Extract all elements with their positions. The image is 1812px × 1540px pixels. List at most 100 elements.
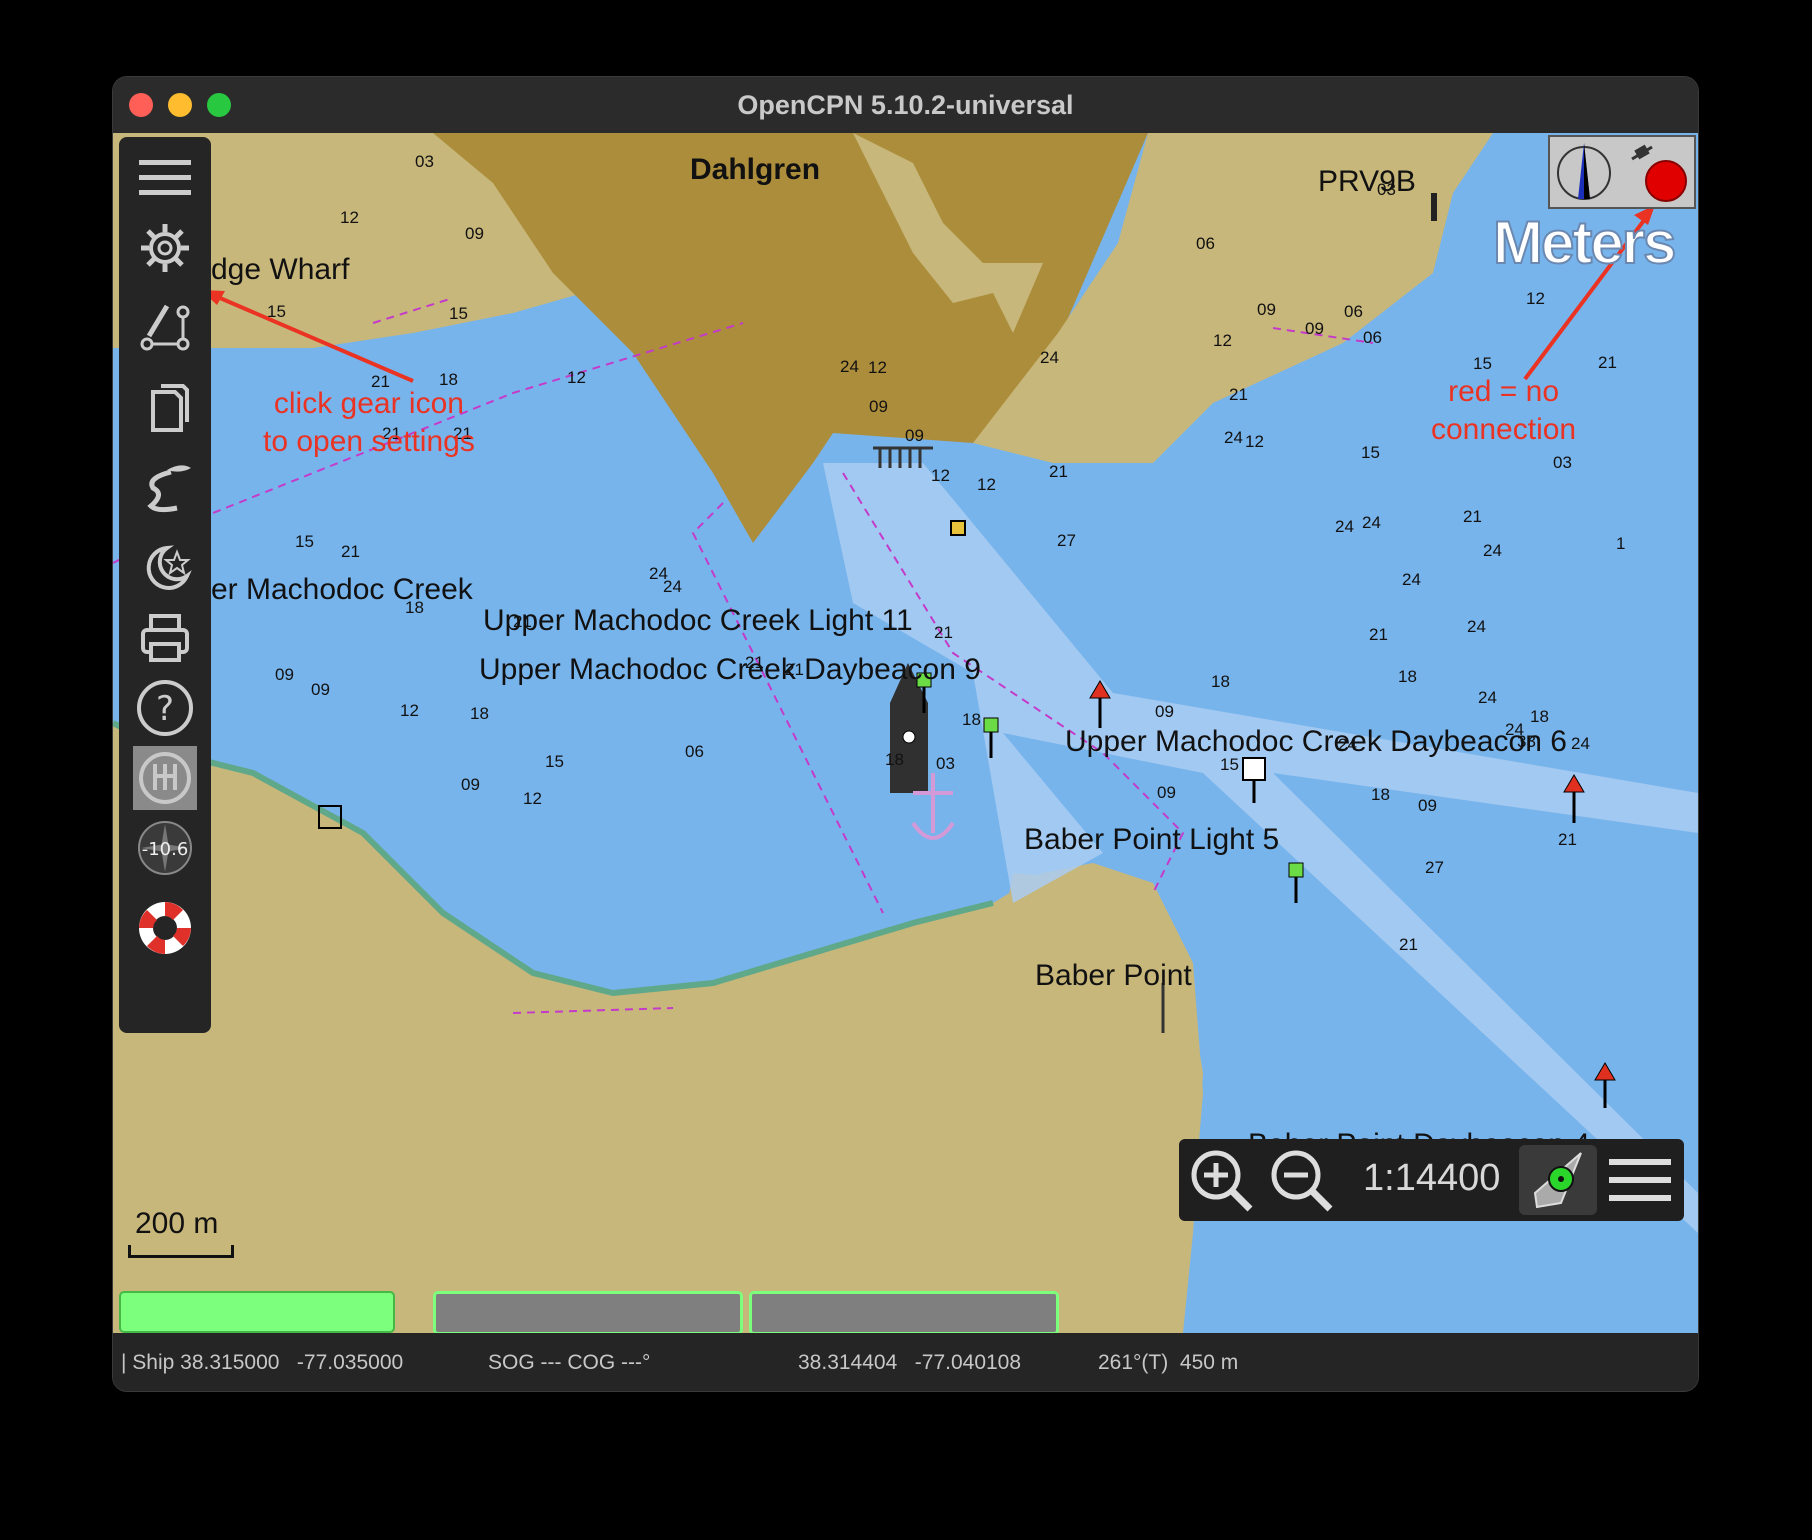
documents-icon <box>151 384 189 432</box>
green-light-5-icon <box>1288 862 1304 903</box>
gps-compass-indicator[interactable] <box>1548 135 1696 209</box>
chart-bar-item-2[interactable] <box>433 1291 743 1335</box>
depth-sounding: 24 <box>1478 688 1497 707</box>
depth-sounding: 24 <box>1467 617 1486 636</box>
ship-follow-icon <box>1533 1152 1582 1209</box>
scale-bar-label: 200 m <box>135 1207 219 1240</box>
land-dahlgren-dark <box>433 133 1148 543</box>
depth-sounding: 21 <box>1049 462 1068 481</box>
depth-sounding: 24 <box>1335 517 1354 536</box>
depth-sounding: 09 <box>465 224 484 243</box>
main-toolbar: ? -10.6 <box>119 137 211 1033</box>
help-icon: ? <box>137 680 193 736</box>
depth-sounding: 18 <box>885 750 904 769</box>
connection-status-icon <box>1645 160 1687 202</box>
depth-sounding: 21 <box>1558 830 1577 849</box>
annotation-gear-line2: to open settings <box>263 425 475 458</box>
menu-icon <box>139 160 191 195</box>
status-bar: | Ship 38.315000 -77.035000 SOG --- COG … <box>113 1333 1698 1391</box>
annotation-red-line1: red = no <box>1448 375 1560 408</box>
depth-sounding: 18 <box>470 704 489 723</box>
depth-sounding: 06 <box>685 742 704 761</box>
label-baber-light-5: Baber Point Light 5 <box>1024 823 1280 856</box>
depth-sounding: 21 <box>1369 625 1388 644</box>
depth-sounding: 18 <box>1211 672 1230 691</box>
annotation-gear: click gear icon to open settings <box>263 385 475 461</box>
depth-sounding: 12 <box>340 208 359 227</box>
ais-icon <box>133 746 197 810</box>
depth-sounding: 09 <box>1155 702 1174 721</box>
depth-sounding: 12 <box>931 466 950 485</box>
depth-sounding: 15 <box>1361 443 1380 462</box>
depth-sounding: 24 <box>663 577 682 596</box>
depth-sounding: 03 <box>415 152 434 171</box>
depth-sounding: 24 <box>1402 570 1421 589</box>
status-bearing-distance: 261°(T) 450 m <box>1098 1351 1239 1374</box>
night-mode-button[interactable] <box>125 533 205 603</box>
depth-sounding: 09 <box>1418 796 1437 815</box>
depth-sounding: 18 <box>1371 785 1390 804</box>
label-daybeacon-6: Upper Machodoc Creek Daybeacon 6 <box>1065 725 1567 758</box>
depth-sounding: 12 <box>1526 289 1545 308</box>
depth-sounding: 12 <box>1245 432 1264 451</box>
label-dahlgren: Dahlgren <box>690 153 821 186</box>
night-mode-icon <box>146 545 192 590</box>
ais-button[interactable] <box>125 743 205 813</box>
depth-sounding: 12 <box>868 358 887 377</box>
help-button[interactable]: ? <box>125 673 205 743</box>
depth-sounding: 12 <box>400 701 419 720</box>
chart-menu-button[interactable] <box>1604 1145 1676 1215</box>
opencpn-window: OpenCPN 5.10.2-universal 03 12 09 15 15 … <box>113 77 1698 1391</box>
depth-sounding: 15 <box>449 304 468 323</box>
depth-sounding: 15 <box>267 302 286 321</box>
annotation-red: red = no connection <box>1431 373 1576 449</box>
status-sog-cog: SOG --- COG ---° <box>488 1351 651 1374</box>
zoom-out-button[interactable] <box>1265 1145 1337 1215</box>
settings-button[interactable] <box>125 213 205 283</box>
lifebuoy-icon <box>139 902 191 954</box>
depth-sounding: 09 <box>311 680 330 699</box>
svg-text:?: ? <box>156 689 174 729</box>
depth-sounding: 03 <box>936 754 955 773</box>
chart-bar-item-1[interactable] <box>119 1291 395 1333</box>
zoom-in-button[interactable] <box>1185 1145 1257 1215</box>
depth-sounding: 06 <box>1363 328 1382 347</box>
gear-icon <box>141 224 189 272</box>
label-daybeacon-9: Upper Machodoc Creek Daybeacon 9 <box>479 653 981 686</box>
depth-sounding: 24 <box>1362 513 1381 532</box>
print-button[interactable] <box>125 603 205 673</box>
compass-variation-value: -10.6 <box>142 839 189 860</box>
depth-sounding: 1 <box>1616 534 1626 553</box>
depth-sounding: 18 <box>962 710 981 729</box>
status-ship-position: | Ship 38.315000 -77.035000 <box>121 1351 404 1374</box>
depth-sounding: 09 <box>275 665 294 684</box>
window-title: OpenCPN 5.10.2-universal <box>737 90 1074 120</box>
depth-sounding: 03 <box>1553 453 1572 472</box>
depth-units-label: Meters <box>1492 208 1677 277</box>
mob-button[interactable] <box>125 893 205 963</box>
route-button[interactable] <box>125 293 205 363</box>
track-icon <box>147 465 191 513</box>
compass-rose-icon: -10.6 <box>138 821 192 875</box>
label-baber-point: Baber Point <box>1035 959 1192 992</box>
depth-sounding: 21 <box>934 623 953 642</box>
menu-button[interactable] <box>125 143 205 213</box>
status-cursor-position: 38.314404 -77.040108 <box>798 1351 1022 1374</box>
documents-button[interactable] <box>125 373 205 443</box>
depth-sounding: 24 <box>1224 428 1243 447</box>
depth-sounding: 18 <box>1398 667 1417 686</box>
label-prv9b: PRV9B <box>1318 165 1416 198</box>
follow-ship-button[interactable] <box>1519 1145 1597 1215</box>
chart-canvas[interactable]: 0312091515182118122121151521182124242121… <box>113 133 1698 1333</box>
satellite-icon <box>1631 144 1653 161</box>
chart-bar-item-3[interactable] <box>749 1291 1059 1335</box>
track-button[interactable] <box>125 453 205 523</box>
compass-rose-button[interactable]: -10.6 <box>125 813 205 883</box>
depth-sounding: 06 <box>1196 234 1215 253</box>
depth-sounding: 15 <box>295 532 314 551</box>
printer-icon <box>141 614 189 662</box>
scale-bar <box>128 1245 234 1258</box>
label-wharf: dge Wharf <box>211 253 350 286</box>
depth-sounding: 12 <box>567 368 586 387</box>
chart-scale-value: 1:14400 <box>1363 1157 1501 1199</box>
